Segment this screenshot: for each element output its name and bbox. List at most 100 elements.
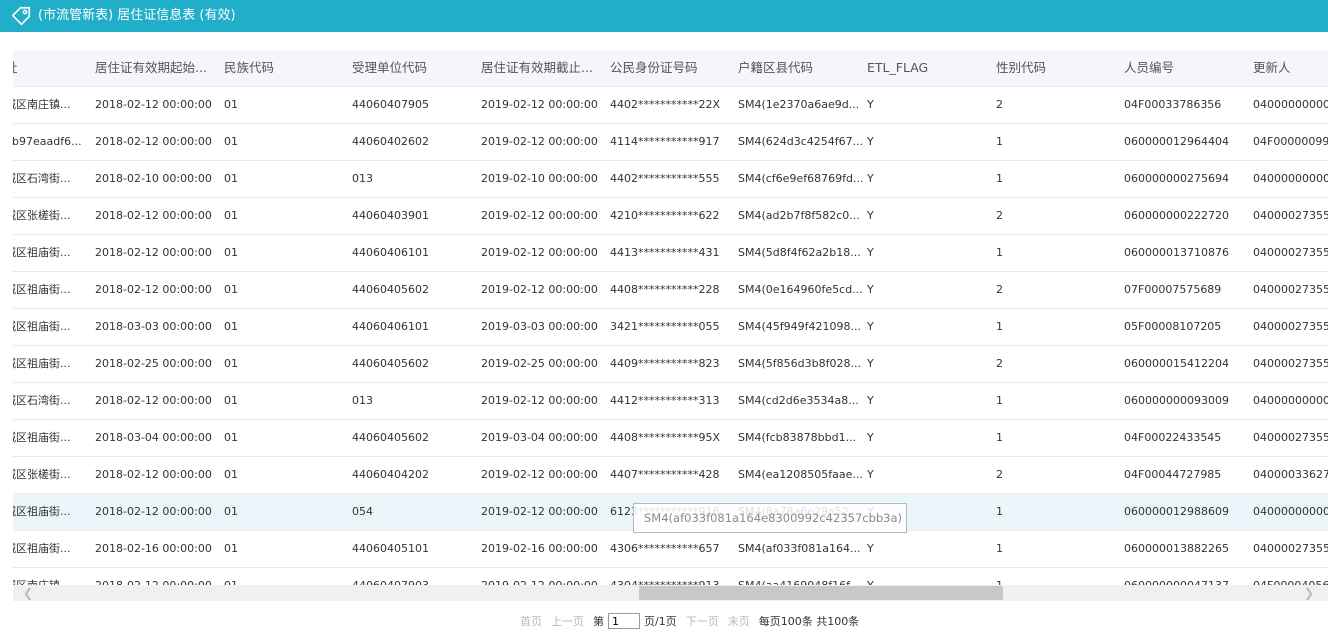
cell-id-number: 4409***********823 [610,357,720,370]
cell-etl-flag: Y [867,135,874,148]
table-row[interactable]: 城区张槎街... 2018-02-12 00:00:00 01 44060404202… [13,457,1328,494]
cell-address: 城区石湾街... [13,394,71,407]
cell-updater: 0400000000066 [1253,505,1328,518]
cell-gender-code: 2 [996,357,1003,370]
cell-valid-start: 2018-03-03 00:00:00 [95,320,212,333]
scroll-right-icon[interactable]: ❯ [1304,585,1314,601]
column-header-district-code[interactable]: 户籍区县代码 [738,50,813,86]
cell-person-id: 060000015412204 [1124,357,1229,370]
column-header-person-id[interactable]: 人员编号 [1124,50,1174,86]
cell-agency-code: 013 [352,394,373,407]
column-header-ethnicity-code[interactable]: 民族代码 [224,50,274,86]
column-header-updater[interactable]: 更新人 [1253,50,1291,86]
cell-agency-code: 44060407903 [352,579,429,586]
cell-valid-end: 2019-02-16 00:00:00 [481,542,598,555]
column-header-valid-end[interactable]: 居住证有效期截止... [481,50,593,86]
cell-updater: 0400002735500 [1253,283,1328,296]
page-number-input[interactable] [608,613,640,629]
cell-id-number: 3421***********055 [610,320,720,333]
cell-updater: 0400002735500 [1253,320,1328,333]
cell-valid-end: 2019-03-04 00:00:00 [481,431,598,444]
tag-icon [11,6,31,26]
page-summary: 每页100条 共100条 [758,615,860,628]
cell-valid-start: 2018-02-16 00:00:00 [95,542,212,555]
prev-page-link[interactable]: 上一页 [551,613,584,629]
table-row[interactable]: 城区南庄镇... 2018-02-12 00:00:00 01 44060407903… [13,568,1328,586]
cell-address: 城区祖庙街... [13,357,71,370]
cell-agency-code: 44060405602 [352,357,429,370]
column-header-valid-start[interactable]: 居住证有效期起始... [95,50,207,86]
table-row[interactable]: 城区石湾街... 2018-02-10 00:00:00 01 013 2019-02-… [13,161,1328,198]
last-page-link[interactable]: 末页 [728,613,750,629]
page-title: (市流管新表) 居住证信息表 (有效) [38,8,236,23]
cell-agency-code: 44060405101 [352,542,429,555]
cell-address: 城区祖庙街... [13,505,71,518]
cell-address: 城区祖庙街... [13,431,71,444]
cell-ethnicity-code: 01 [224,468,238,481]
column-header-gender-code[interactable]: 性别代码 [996,50,1046,86]
table-row[interactable]: 城区祖庙街... 2018-02-12 00:00:00 01 44060405602… [13,272,1328,309]
cell-district-code: SM4(af033f081a164... [738,542,861,555]
first-page-link[interactable]: 首页 [520,613,542,629]
table-row[interactable]: 城区张槎街... 2018-02-12 00:00:00 01 44060403901… [13,198,1328,235]
cell-ethnicity-code: 01 [224,246,238,259]
column-header-etl-flag[interactable]: ETL_FLAG [867,50,928,86]
cell-etl-flag: Y [867,172,874,185]
cell-updater: 0400000000065 [1253,98,1328,111]
cell-agency-code: 44060406101 [352,246,429,259]
cell-id-number: 4413***********431 [610,246,720,259]
table-row[interactable]: 城区祖庙街... 2018-03-03 00:00:00 01 44060406101… [13,309,1328,346]
horizontal-scrollbar[interactable]: ❮ ❯ [13,585,1328,601]
cell-gender-code: 1 [996,579,1003,586]
cell-valid-end: 2019-02-25 00:00:00 [481,357,598,370]
cell-person-id: 060000012964404 [1124,135,1229,148]
cell-ethnicity-code: 01 [224,320,238,333]
scrollbar-thumb[interactable] [639,586,1003,600]
column-header-address[interactable]: 址 [13,50,18,86]
cell-agency-code: 44060402602 [352,135,429,148]
page-label: 第 [593,615,604,628]
cell-ethnicity-code: 01 [224,209,238,222]
cell-tooltip: SM4(af033f081a164e8300992c42357cbb3a) [633,503,907,533]
cell-valid-end: 2019-02-12 00:00:00 [481,283,598,296]
cell-valid-start: 2018-02-10 00:00:00 [95,172,212,185]
table-row[interactable]: 城区石湾街... 2018-02-12 00:00:00 01 013 2019-02-… [13,383,1328,420]
table-row[interactable]: 城区祖庙街... 2018-02-16 00:00:00 01 44060405101… [13,531,1328,568]
cell-etl-flag: Y [867,283,874,296]
table-row[interactable]: 城区祖庙街... 2018-02-12 00:00:00 01 44060406101… [13,235,1328,272]
cell-updater: 0400002735500 [1253,246,1328,259]
scroll-left-icon[interactable]: ❮ [23,585,33,601]
cell-ethnicity-code: 01 [224,542,238,555]
cell-etl-flag: Y [867,246,874,259]
cell-valid-end: 2019-02-12 00:00:00 [481,505,598,518]
cell-ethnicity-code: 01 [224,394,238,407]
cell-ethnicity-code: 01 [224,172,238,185]
column-header-id-number[interactable]: 公民身份证号码 [610,50,698,86]
cell-etl-flag: Y [867,357,874,370]
table-row[interactable]: 城区祖庙街... 2018-03-04 00:00:00 01 44060405602… [13,420,1328,457]
cell-ethnicity-code: 01 [224,579,238,586]
cell-person-id: 060000013882265 [1124,542,1229,555]
cell-valid-start: 2018-02-12 00:00:00 [95,468,212,481]
cell-etl-flag: Y [867,209,874,222]
next-page-link[interactable]: 下一页 [686,613,719,629]
cell-valid-end: 2019-02-12 00:00:00 [481,246,598,259]
cell-district-code: SM4(ad2b7f8f582c0... [738,209,860,222]
table-row[interactable]: 4b97eaadf6... 2018-02-12 00:00:00 01 440604… [13,124,1328,161]
cell-valid-end: 2019-02-12 00:00:00 [481,579,598,586]
table-row[interactable]: 城区南庄镇... 2018-02-12 00:00:00 01 44060407905… [13,87,1328,124]
column-header-agency-code[interactable]: 受理单位代码 [352,50,427,86]
cell-id-number: 4114***********917 [610,135,720,148]
cell-etl-flag: Y [867,98,874,111]
cell-district-code: SM4(aa4169048f16f... [738,579,860,586]
page-total: 页/1页 [644,615,677,628]
cell-valid-end: 2019-02-12 00:00:00 [481,98,598,111]
pagination: 首页 上一页 第 页/1页 下一页 末页 每页100条 共100条 [520,611,859,631]
table-row[interactable]: 城区祖庙街... 2018-02-25 00:00:00 01 44060405602… [13,346,1328,383]
cell-gender-code: 1 [996,320,1003,333]
cell-address: 城区南庄镇... [13,579,71,586]
cell-valid-end: 2019-02-12 00:00:00 [481,468,598,481]
cell-valid-start: 2018-02-12 00:00:00 [95,283,212,296]
cell-person-id: 04F00044727985 [1124,468,1222,481]
cell-valid-start: 2018-03-04 00:00:00 [95,431,212,444]
